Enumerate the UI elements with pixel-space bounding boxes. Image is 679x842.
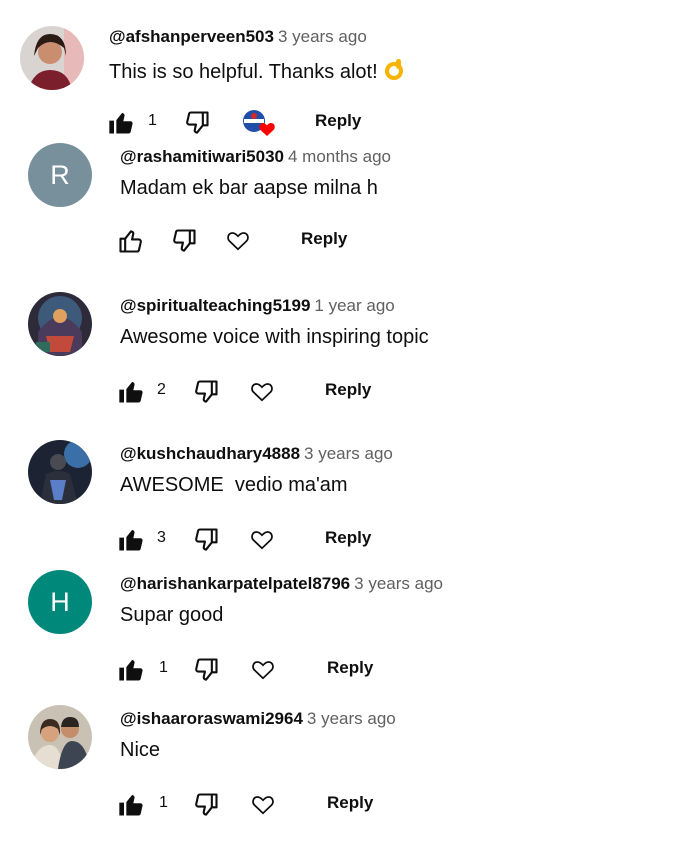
comment-item: R @rashamitiwari5030 4 months ago Madam e… [0, 140, 679, 270]
comment-text: Supar good [120, 604, 224, 626]
like-button[interactable] [117, 526, 145, 559]
thumbs-down-icon [195, 528, 218, 551]
avatar[interactable]: H [28, 570, 92, 634]
comment-item: H @harishankarpatelpatel8796 3 years ago … [0, 567, 679, 697]
avatar[interactable] [28, 705, 92, 769]
heart-button[interactable] [249, 378, 275, 409]
comment-author[interactable]: @afshanperveen503 [109, 27, 274, 46]
comment-author[interactable]: @kushchaudhary4888 [120, 444, 300, 463]
thumbs-down-icon [195, 380, 218, 403]
comment-author[interactable]: @spiritualteaching5199 [120, 296, 310, 315]
like-button[interactable] [107, 109, 135, 142]
reply-button[interactable]: Reply [315, 111, 361, 131]
comment-header: @harishankarpatelpatel8796 3 years ago [120, 574, 443, 594]
comment-text: AWESOME vedio ma'am [120, 474, 348, 496]
avatar[interactable]: R [28, 143, 92, 207]
comment-header: @kushchaudhary4888 3 years ago [120, 444, 393, 464]
comment-author[interactable]: @ishaaroraswami2964 [120, 709, 303, 728]
comment-item: @afshanperveen503 3 years ago This is so … [0, 22, 679, 152]
thumbs-up-icon [109, 112, 133, 134]
dislike-button[interactable] [183, 109, 211, 142]
thumbs-up-icon [119, 794, 143, 816]
reply-button[interactable]: Reply [327, 793, 373, 813]
comment-item: @ishaaroraswami2964 3 years ago Nice 1 Re… [0, 702, 679, 832]
like-count: 1 [159, 659, 168, 676]
dislike-button[interactable] [192, 791, 220, 824]
reply-button[interactable]: Reply [325, 380, 371, 400]
heart-icon [251, 383, 273, 402]
avatar[interactable] [28, 440, 92, 504]
thumbs-down-icon [195, 658, 218, 681]
heart-button[interactable] [250, 656, 276, 687]
comment-text: Madam ek bar aapse milna h [120, 177, 378, 199]
comment-time[interactable]: 4 months ago [288, 147, 391, 166]
ok-hand-emoji [384, 57, 406, 87]
thumbs-up-icon [119, 381, 143, 403]
like-button[interactable] [117, 656, 145, 689]
heart-icon [251, 531, 273, 550]
thumbs-down-icon [195, 793, 218, 816]
comment-text: Nice [120, 739, 161, 761]
heart-icon [227, 232, 249, 251]
avatar-letter: R [50, 159, 70, 190]
avatar[interactable] [20, 26, 84, 90]
dislike-button[interactable] [192, 378, 220, 411]
like-button[interactable] [117, 227, 145, 260]
comment-header: @rashamitiwari5030 4 months ago [120, 147, 391, 167]
dislike-button[interactable] [170, 227, 198, 260]
comment-author[interactable]: @harishankarpatelpatel8796 [120, 574, 350, 593]
comment-time[interactable]: 3 years ago [354, 574, 443, 593]
like-button[interactable] [117, 378, 145, 411]
reply-button[interactable]: Reply [325, 528, 371, 548]
thumbs-up-icon [119, 230, 142, 253]
like-count: 2 [157, 381, 166, 398]
comment-header: @afshanperveen503 3 years ago [109, 27, 367, 47]
comment-header: @spiritualteaching5199 1 year ago [120, 296, 395, 316]
thumbs-down-icon [186, 111, 209, 134]
heart-icon [259, 123, 275, 136]
like-count: 1 [159, 794, 168, 811]
reply-button[interactable]: Reply [301, 229, 347, 249]
comment-text: Awesome voice with inspiring topic [120, 326, 429, 348]
comment-text: This is so helpful. Thanks alot! [109, 57, 406, 87]
thumbs-up-icon [119, 529, 143, 551]
comment-time[interactable]: 3 years ago [304, 444, 393, 463]
comment-author[interactable]: @rashamitiwari5030 [120, 147, 284, 166]
comment-time[interactable]: 1 year ago [314, 296, 394, 315]
heart-button[interactable] [249, 526, 275, 557]
heart-icon [252, 661, 274, 680]
comment-header: @ishaaroraswami2964 3 years ago [120, 709, 396, 729]
comment-time[interactable]: 3 years ago [278, 27, 367, 46]
comment-item: @spiritualteaching5199 1 year ago Awesome… [0, 289, 679, 419]
dislike-button[interactable] [192, 526, 220, 559]
comment-item: @kushchaudhary4888 3 years ago AWESOME ve… [0, 437, 679, 567]
creator-heart[interactable] [241, 109, 275, 137]
comment-time[interactable]: 3 years ago [307, 709, 396, 728]
like-button[interactable] [117, 791, 145, 824]
like-count: 3 [157, 529, 166, 546]
heart-button[interactable] [250, 791, 276, 822]
avatar-letter: H [50, 586, 70, 617]
reply-button[interactable]: Reply [327, 658, 373, 678]
avatar[interactable] [28, 292, 92, 356]
like-count: 1 [148, 112, 157, 129]
heart-icon [252, 796, 274, 815]
heart-button[interactable] [225, 227, 251, 258]
dislike-button[interactable] [192, 656, 220, 689]
thumbs-down-icon [173, 229, 196, 252]
thumbs-up-icon [119, 659, 143, 681]
